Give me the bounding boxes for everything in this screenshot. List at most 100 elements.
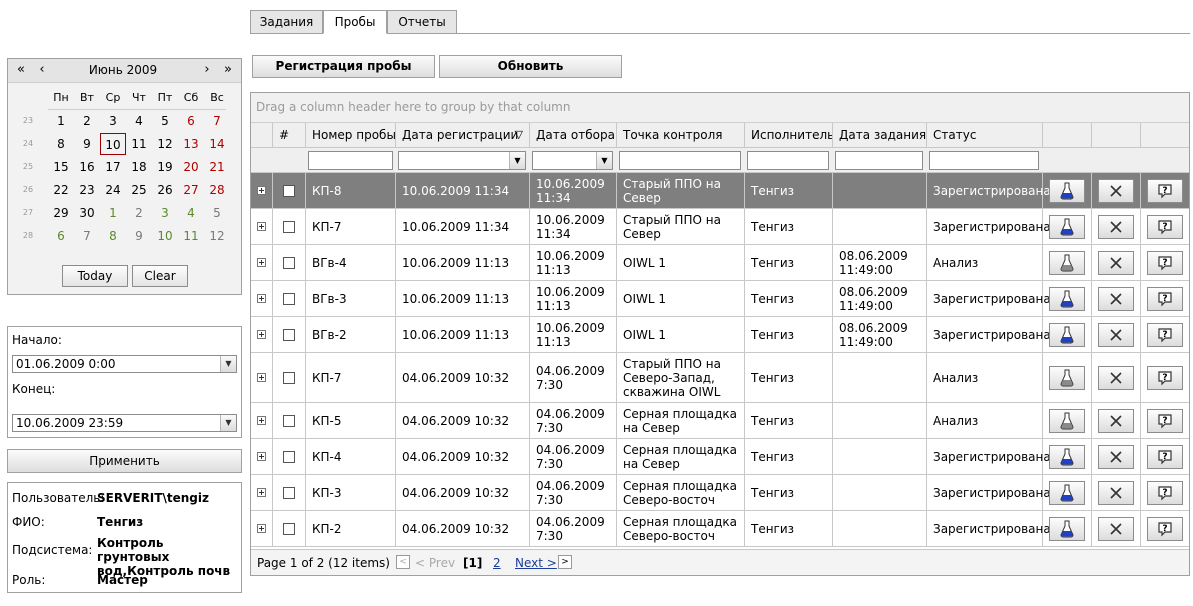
row-checkbox[interactable] [283, 414, 295, 427]
calendar-day[interactable]: 20 [178, 156, 204, 178]
calendar-day[interactable]: 11 [126, 133, 152, 155]
expand-icon[interactable] [257, 488, 266, 497]
calendar-day[interactable]: 19 [152, 156, 178, 178]
analyze-button[interactable] [1049, 480, 1085, 505]
header-task-date[interactable]: Дата задания [833, 123, 927, 148]
header-sample-number[interactable]: Номер пробы [306, 123, 396, 148]
filter-executor[interactable] [747, 151, 829, 170]
next-page-arrow[interactable]: > [558, 555, 572, 569]
filter-control-point[interactable] [619, 151, 741, 170]
calendar-day[interactable]: 7 [204, 110, 230, 132]
calendar-day[interactable]: 13 [178, 133, 204, 155]
header-status[interactable]: Статус [927, 123, 1043, 148]
next-month-button[interactable]: › [198, 62, 216, 77]
help-button[interactable]: ? [1147, 250, 1183, 275]
register-sample-button[interactable]: Регистрация пробы [252, 55, 435, 78]
start-date-combo[interactable]: 01.06.2009 0:00 ▼ [12, 355, 237, 373]
calendar-day[interactable]: 30 [74, 202, 100, 224]
calendar-day[interactable]: 14 [204, 133, 230, 155]
calendar-day[interactable]: 9 [126, 225, 152, 247]
delete-button[interactable] [1098, 250, 1134, 275]
row-checkbox[interactable] [283, 328, 295, 341]
page-2-link[interactable]: 2 [493, 556, 501, 570]
calendar-day[interactable]: 8 [48, 133, 74, 155]
table-row[interactable]: КП-4 04.06.2009 10:32 04.06.2009 7:30 Серна… [251, 439, 1189, 475]
expand-icon[interactable] [257, 373, 266, 382]
analyze-button[interactable] [1049, 408, 1085, 433]
calendar-day[interactable]: 25 [126, 179, 152, 201]
help-button[interactable]: ? [1147, 365, 1183, 390]
calendar-day[interactable]: 1 [48, 110, 74, 132]
table-row[interactable]: КП-5 04.06.2009 10:32 04.06.2009 7:30 Серна… [251, 403, 1189, 439]
help-button[interactable]: ? [1147, 286, 1183, 311]
calendar-day[interactable]: 28 [204, 179, 230, 201]
calendar-day[interactable]: 5 [204, 202, 230, 224]
expand-icon[interactable] [257, 294, 266, 303]
tab-samples[interactable]: Пробы [323, 10, 387, 34]
chevron-down-icon[interactable]: ▼ [220, 415, 236, 431]
next-page-link[interactable]: Next > [515, 556, 557, 570]
calendar-day[interactable]: 18 [126, 156, 152, 178]
apply-button[interactable]: Применить [7, 449, 242, 473]
calendar-day[interactable]: 3 [152, 202, 178, 224]
calendar-day[interactable]: 10 [152, 225, 178, 247]
expand-icon[interactable] [257, 258, 266, 267]
analyze-button[interactable] [1049, 286, 1085, 311]
filter-sampling-date[interactable]: ▼ [532, 151, 613, 170]
calendar-day[interactable]: 2 [126, 202, 152, 224]
prev-page-link[interactable]: < Prev [415, 556, 455, 570]
delete-button[interactable] [1098, 178, 1134, 203]
delete-button[interactable] [1098, 286, 1134, 311]
delete-button[interactable] [1098, 444, 1134, 469]
group-by-panel[interactable]: Drag a column header here to group by th… [251, 93, 1189, 123]
delete-button[interactable] [1098, 480, 1134, 505]
calendar-day[interactable]: 26 [152, 179, 178, 201]
row-checkbox[interactable] [283, 522, 295, 535]
calendar-day[interactable]: 29 [48, 202, 74, 224]
calendar-day[interactable]: 17 [100, 156, 126, 178]
calendar-day[interactable]: 5 [152, 110, 178, 132]
today-button[interactable]: Today [62, 265, 128, 287]
row-checkbox[interactable] [283, 486, 295, 499]
refresh-button[interactable]: Обновить [439, 55, 622, 78]
table-row[interactable]: ВГв-2 10.06.2009 11:13 10.06.2009 11:13 OIW… [251, 317, 1189, 353]
help-button[interactable]: ? [1147, 444, 1183, 469]
calendar-day[interactable]: 7 [74, 225, 100, 247]
header-number-sign[interactable]: # [273, 123, 306, 148]
calendar-day[interactable]: 9 [74, 133, 100, 155]
calendar-day[interactable]: 2 [74, 110, 100, 132]
delete-button[interactable] [1098, 214, 1134, 239]
table-row[interactable]: КП-8 10.06.2009 11:34 10.06.2009 11:34 Стар… [251, 173, 1189, 209]
row-checkbox[interactable] [283, 292, 295, 305]
delete-button[interactable] [1098, 408, 1134, 433]
table-row[interactable]: КП-2 04.06.2009 10:32 04.06.2009 7:30 Серна… [251, 511, 1189, 547]
calendar-day[interactable]: 11 [178, 225, 204, 247]
calendar-day[interactable]: 6 [178, 110, 204, 132]
help-button[interactable]: ? [1147, 322, 1183, 347]
calendar-day[interactable]: 16 [74, 156, 100, 178]
table-row[interactable]: КП-7 04.06.2009 10:32 04.06.2009 7:30 Стары… [251, 353, 1189, 403]
delete-button[interactable] [1098, 516, 1134, 541]
tab-reports[interactable]: Отчеты [387, 10, 457, 34]
row-checkbox[interactable] [283, 184, 295, 197]
calendar-day[interactable]: 24 [100, 179, 126, 201]
help-button[interactable]: ? [1147, 214, 1183, 239]
chevron-down-icon[interactable]: ▼ [596, 152, 612, 169]
calendar-day[interactable]: 4 [126, 110, 152, 132]
filter-task-date[interactable] [835, 151, 923, 170]
help-button[interactable]: ? [1147, 178, 1183, 203]
chevron-down-icon[interactable]: ▼ [220, 356, 236, 372]
tab-tasks[interactable]: Задания [250, 10, 323, 34]
calendar-day[interactable]: 23 [74, 179, 100, 201]
calendar-day[interactable]: 12 [152, 133, 178, 155]
calendar-day[interactable]: 12 [204, 225, 230, 247]
analyze-button[interactable] [1049, 322, 1085, 347]
analyze-button[interactable] [1049, 250, 1085, 275]
header-control-point[interactable]: Точка контроля [617, 123, 745, 148]
header-executor[interactable]: Исполнитель [745, 123, 833, 148]
calendar-day[interactable]: 6 [48, 225, 74, 247]
analyze-button[interactable] [1049, 444, 1085, 469]
header-sampling-date[interactable]: Дата отбора [530, 123, 617, 148]
calendar-day[interactable]: 22 [48, 179, 74, 201]
row-checkbox[interactable] [283, 450, 295, 463]
